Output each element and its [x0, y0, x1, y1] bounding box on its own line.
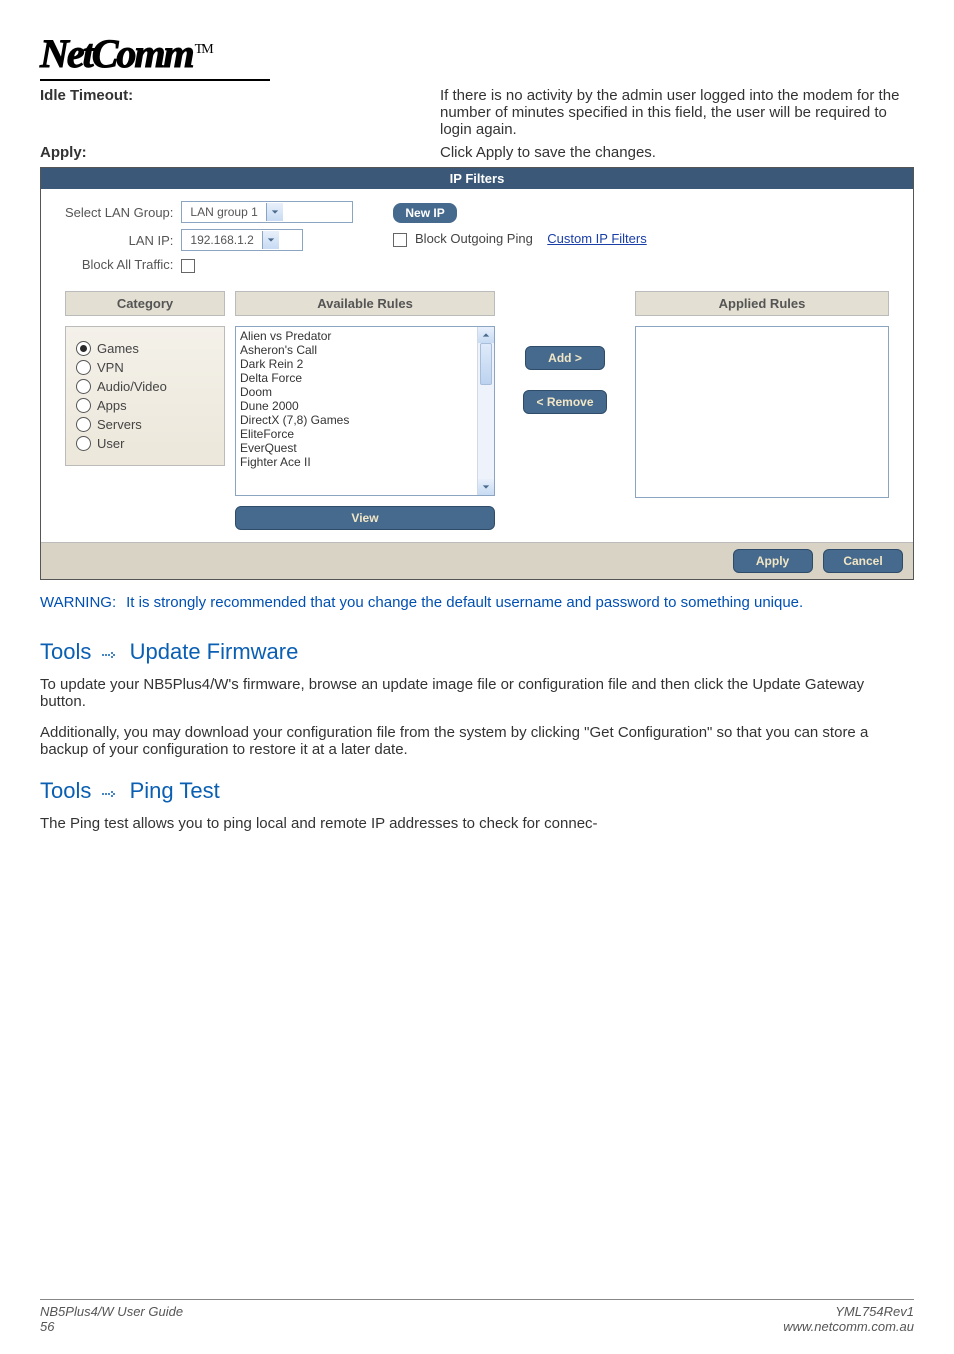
category-label: Audio/Video	[97, 379, 167, 394]
ping-test-paragraph: The Ping test allows you to ping local a…	[40, 815, 914, 832]
heading-part-ping: Ping Test	[130, 778, 220, 803]
block-all-traffic-checkbox[interactable]	[181, 259, 195, 273]
radio-icon	[76, 360, 91, 375]
footer-doc-rev: YML754Rev1	[783, 1304, 914, 1319]
radio-icon	[76, 341, 91, 356]
list-item[interactable]: Delta Force	[240, 371, 490, 385]
category-radio-games[interactable]: Games	[76, 341, 214, 356]
add-button[interactable]: Add >	[525, 346, 605, 370]
list-item[interactable]: Dark Rein 2	[240, 357, 490, 371]
category-label: VPN	[97, 360, 124, 375]
scrollbar[interactable]	[477, 327, 494, 495]
list-item[interactable]: Doom	[240, 385, 490, 399]
heading-part-update: Update Firmware	[130, 639, 299, 664]
idle-timeout-value: If there is no activity by the admin use…	[440, 87, 914, 138]
update-firmware-heading: Tools Update Firmware	[40, 639, 914, 666]
radio-icon	[76, 379, 91, 394]
applied-rules-header: Applied Rules	[635, 291, 889, 316]
update-firmware-paragraph-2: Additionally, you may download your conf…	[40, 724, 914, 758]
lan-ip-dropdown[interactable]: 192.168.1.2	[181, 229, 303, 251]
category-radio-group: Games VPN Audio/Video Apps Servers User	[65, 326, 225, 466]
cancel-button[interactable]: Cancel	[823, 549, 903, 573]
heading-part-tools-2: Tools	[40, 778, 91, 803]
category-label: User	[97, 436, 124, 451]
logo-tm: TM	[195, 42, 212, 57]
list-item[interactable]: EverQuest	[240, 441, 490, 455]
radio-icon	[76, 417, 91, 432]
logo-text: NetComm	[40, 31, 193, 76]
applied-rules-listbox[interactable]	[635, 326, 889, 498]
scroll-down-icon[interactable]	[478, 479, 494, 495]
warning-tag: WARNING:	[40, 594, 116, 611]
available-rules-listbox[interactable]: Alien vs PredatorAsheron's CallDark Rein…	[235, 326, 495, 496]
logo: NetCommTM	[40, 30, 914, 81]
category-header: Category	[65, 291, 225, 316]
available-rules-header: Available Rules	[235, 291, 495, 316]
select-lan-group-value: LAN group 1	[182, 205, 265, 219]
chevron-down-icon	[262, 231, 279, 249]
block-all-traffic-label: Block All Traffic:	[65, 257, 173, 272]
new-ip-pill: New IP	[393, 203, 456, 223]
category-radio-user[interactable]: User	[76, 436, 214, 451]
list-item[interactable]: Alien vs Predator	[240, 329, 490, 343]
remove-button[interactable]: < Remove	[523, 390, 606, 414]
footer-url: www.netcomm.com.au	[783, 1319, 914, 1334]
footer-guide-title: NB5Plus4/W User Guide	[40, 1304, 183, 1319]
chevron-down-icon	[266, 203, 283, 221]
apply-button[interactable]: Apply	[733, 549, 813, 573]
heading-part-tools: Tools	[40, 639, 91, 664]
scroll-thumb[interactable]	[480, 343, 492, 385]
select-lan-group-dropdown[interactable]: LAN group 1	[181, 201, 353, 223]
select-lan-group-label: Select LAN Group:	[65, 205, 173, 220]
apply-label: Apply:	[40, 144, 440, 161]
ip-filters-title: IP Filters	[41, 168, 913, 189]
category-label: Servers	[97, 417, 142, 432]
lan-ip-label: LAN IP:	[65, 233, 173, 248]
apply-value: Click Apply to save the changes.	[440, 144, 914, 161]
radio-icon	[76, 436, 91, 451]
update-firmware-paragraph-1: To update your NB5Plus4/W's firmware, br…	[40, 676, 914, 710]
list-item[interactable]: EliteForce	[240, 427, 490, 441]
ip-filters-panel: IP Filters Select LAN Group: LAN group 1…	[40, 167, 914, 580]
block-outgoing-ping-label: Block Outgoing Ping	[415, 231, 533, 246]
radio-icon	[76, 398, 91, 413]
arrow-right-icon	[101, 640, 119, 666]
idle-timeout-label: Idle Timeout:	[40, 87, 440, 138]
page-footer: NB5Plus4/W User Guide 56 YML754Rev1 www.…	[40, 1299, 914, 1334]
list-item[interactable]: Dune 2000	[240, 399, 490, 413]
category-radio-vpn[interactable]: VPN	[76, 360, 214, 375]
list-item[interactable]: Asheron's Call	[240, 343, 490, 357]
scroll-up-icon[interactable]	[478, 327, 494, 343]
category-label: Apps	[97, 398, 127, 413]
arrow-right-icon	[101, 779, 119, 805]
warning-text: It is strongly recommended that you chan…	[126, 594, 803, 611]
lan-ip-value: 192.168.1.2	[182, 233, 261, 247]
list-item[interactable]: Fighter Ace II	[240, 455, 490, 469]
category-radio-apps[interactable]: Apps	[76, 398, 214, 413]
warning-note: WARNING: It is strongly recommended that…	[40, 594, 914, 611]
category-label: Games	[97, 341, 139, 356]
custom-ip-filters-link[interactable]: Custom IP Filters	[547, 231, 646, 246]
category-radio-audio-video[interactable]: Audio/Video	[76, 379, 214, 394]
list-item[interactable]: DirectX (7,8) Games	[240, 413, 490, 427]
category-radio-servers[interactable]: Servers	[76, 417, 214, 432]
block-outgoing-ping-checkbox[interactable]	[393, 233, 407, 247]
footer-page-number: 56	[40, 1319, 183, 1334]
ping-test-heading: Tools Ping Test	[40, 778, 914, 805]
view-button[interactable]: View	[235, 506, 495, 530]
